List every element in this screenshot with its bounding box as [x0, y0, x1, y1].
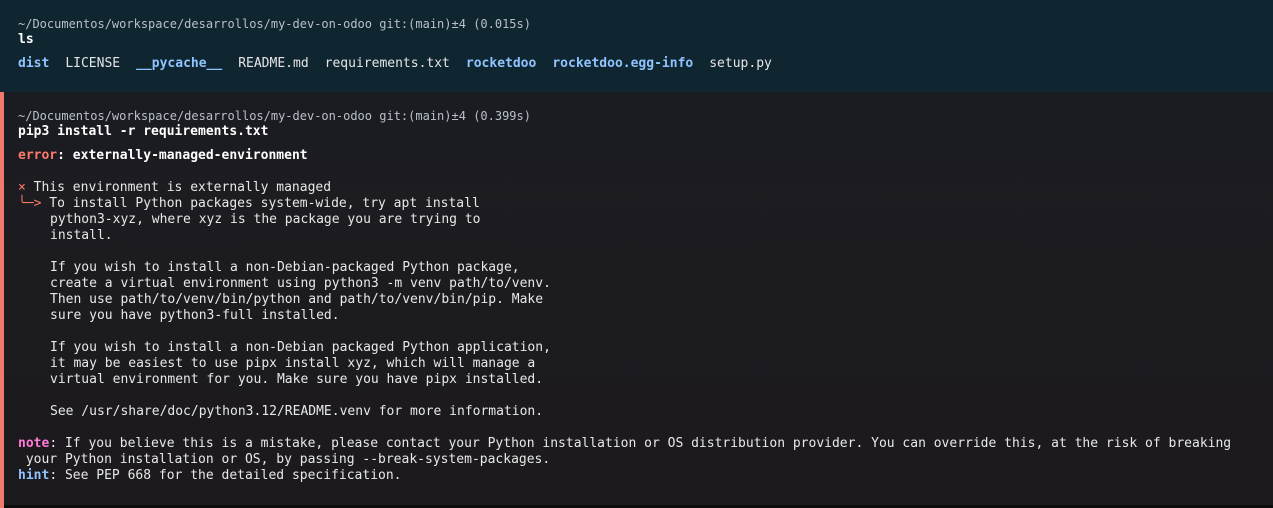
error-body-line	[18, 324, 1231, 340]
ls-output: dist LICENSE __pycache__ README.md requireme…	[18, 56, 788, 72]
terminal-block-pip: ~/Documentos/workspace/desarrollos/my-de…	[0, 92, 1273, 508]
prompt-git: git:(main)±4	[379, 109, 466, 123]
prompt-time: (0.399s)	[473, 109, 531, 123]
note-line: note: If you believe this is a mistake, …	[18, 436, 1231, 452]
error-body-text: See /usr/share/doc/python3.12/README.ven…	[50, 404, 544, 419]
ls-file: setup.py	[709, 56, 772, 71]
error-label: error	[18, 148, 58, 163]
error-line: error: externally-managed-environment	[18, 148, 308, 163]
command-text: ls	[18, 32, 34, 47]
error-body-text: install.	[50, 228, 113, 243]
error-body-line: ╰─> To install Python packages system-wi…	[18, 196, 1231, 212]
error-body-line: sure you have python3-full installed.	[18, 308, 1231, 324]
ls-directory: __pycache__	[136, 56, 223, 71]
error-body-text	[18, 388, 50, 403]
error-body-text: python3-xyz, where xyz is the package yo…	[50, 212, 481, 227]
prompt-git: git:(main)±4	[379, 17, 466, 31]
error-body-line	[18, 388, 1231, 404]
hint-label: hint	[18, 468, 50, 483]
error-body-line	[18, 244, 1231, 260]
error-body-line: If you wish to install a non-Debian-pack…	[18, 260, 1231, 276]
error-body-text: If you wish to install a non-Debian pack…	[50, 340, 551, 355]
error-body-line: install.	[18, 228, 1231, 244]
error-body-text	[18, 324, 50, 339]
error-body-line: create a virtual environment using pytho…	[18, 276, 1231, 292]
ls-directory: rocketdoo	[465, 56, 537, 71]
terminal-block-ls: ~/Documentos/workspace/desarrollos/my-de…	[0, 0, 1273, 92]
prompt-path: ~/Documentos/workspace/desarrollos/my-de…	[18, 17, 373, 31]
error-body-text: If you wish to install a non-Debian-pack…	[50, 260, 520, 275]
error-body-text: Then use path/to/venv/bin/python and pat…	[50, 292, 544, 307]
error-body-line: See /usr/share/doc/python3.12/README.ven…	[18, 404, 1231, 420]
prompt-meta: ~/Documentos/workspace/desarrollos/my-de…	[18, 108, 1231, 124]
error-body-text: To install Python packages system-wide, …	[41, 196, 480, 211]
prompt-path: ~/Documentos/workspace/desarrollos/my-de…	[18, 109, 373, 123]
error-body-line: If you wish to install a non-Debian pack…	[18, 340, 1231, 356]
managed-line: × This environment is externally managed	[18, 180, 1231, 196]
hint-line: hint: See PEP 668 for the detailed speci…	[18, 468, 1231, 484]
error-body-line: python3-xyz, where xyz is the package yo…	[18, 212, 1231, 228]
hint-text: : See PEP 668 for the detailed specifica…	[49, 468, 402, 483]
ls-file: LICENSE	[65, 56, 121, 71]
error-body-text: virtual environment for you. Make sure y…	[50, 372, 544, 387]
ls-file: requirements.txt	[324, 56, 450, 71]
ls-file: README.md	[238, 56, 309, 71]
error-body: ╰─> To install Python packages system-wi…	[18, 196, 1231, 420]
note-text: : If you believe this is a mistake, plea…	[49, 436, 1232, 451]
managed-text: This environment is externally managed	[33, 180, 332, 195]
cross-icon: ×	[18, 180, 26, 195]
error-body-text: sure you have python3-full installed.	[50, 308, 340, 323]
error-body-text: it may be easiest to use pipx install xy…	[50, 356, 536, 371]
prompt-time: (0.015s)	[473, 17, 531, 31]
error-text: externally-managed-environment	[72, 148, 308, 163]
error-body-text: create a virtual environment using pytho…	[50, 276, 551, 291]
prompt-meta: ~/Documentos/workspace/desarrollos/my-de…	[18, 16, 788, 32]
command-text: pip3 install -r requirements.txt	[18, 124, 269, 139]
note-line-continued: your Python installation or OS, by passi…	[18, 452, 551, 467]
error-body-line: it may be easiest to use pipx install xy…	[18, 356, 1231, 372]
error-body-line: virtual environment for you. Make sure y…	[18, 372, 1231, 388]
error-body-line: Then use path/to/venv/bin/python and pat…	[18, 292, 1231, 308]
error-body-text	[18, 244, 50, 259]
arrow-icon: ╰─>	[18, 196, 42, 211]
note-label: note	[18, 436, 50, 451]
ls-directory: rocketdoo.egg-info	[552, 56, 694, 71]
ls-directory: dist	[18, 56, 50, 71]
